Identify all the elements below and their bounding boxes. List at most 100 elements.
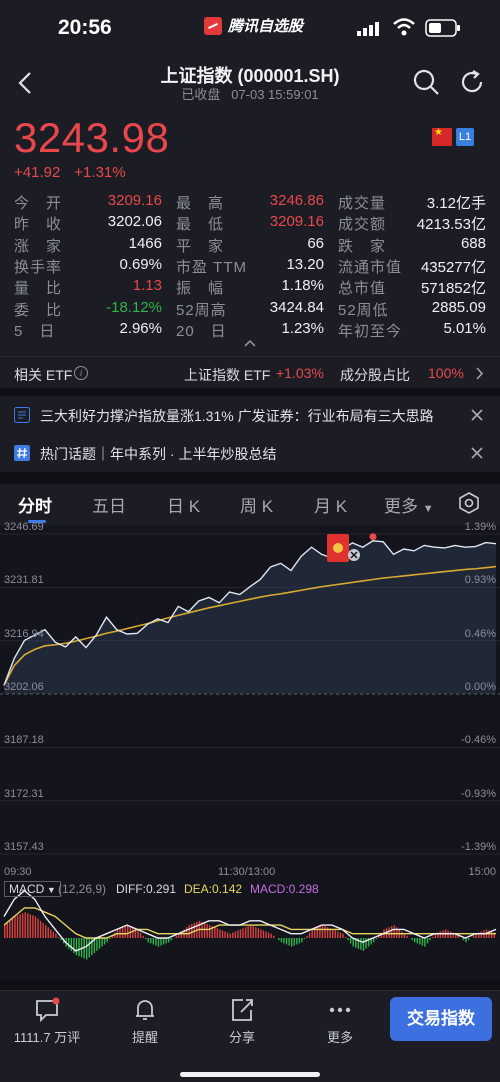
macd-bar xyxy=(221,930,224,938)
macd-bar xyxy=(47,927,49,938)
macd-bar xyxy=(219,929,221,938)
trade-index-button[interactable]: 交易指数 xyxy=(390,997,492,1041)
macd-bar xyxy=(127,925,129,938)
macd-bar xyxy=(98,938,101,949)
y-tick-label-pct: 0.93% xyxy=(464,574,496,587)
close-icon[interactable] xyxy=(470,408,484,422)
macd-value: MACD:0.298 xyxy=(250,882,319,896)
macd-bar xyxy=(29,914,32,938)
macd-bar xyxy=(273,935,275,938)
tab-more[interactable]: 更多 ▼ xyxy=(384,492,434,517)
macd-bar xyxy=(86,938,88,960)
macd-bar xyxy=(334,930,336,938)
macd-bar xyxy=(55,933,57,938)
share-button[interactable]: 分享 xyxy=(207,997,277,1046)
more-dots-icon xyxy=(329,1007,351,1013)
macd-bar xyxy=(21,913,24,938)
stat-label: 市盈 TTM xyxy=(176,258,247,276)
indicator-select[interactable]: MACD ▼ xyxy=(4,881,61,897)
news-headline[interactable]: 热门话题｜年中系列 · 上半年炒股总结 xyxy=(40,444,276,464)
macd-bar xyxy=(162,938,165,945)
remind-button[interactable]: 提醒 xyxy=(110,997,180,1046)
macd-bar xyxy=(39,920,42,938)
stat-value: 1.13 xyxy=(132,277,162,295)
macd-bar xyxy=(390,926,393,938)
macd-diff-value: 0.291 xyxy=(146,882,177,896)
macd-bar xyxy=(101,938,103,947)
macd-bar xyxy=(296,938,298,945)
x-tick-label: 11:30/13:00 xyxy=(218,866,276,878)
status-bar: 20:56 腾讯自选股 xyxy=(0,0,500,58)
stat-value: 3209.16 xyxy=(107,192,162,209)
macd-bar xyxy=(426,938,429,944)
macd-bar xyxy=(255,927,257,938)
macd-bar xyxy=(78,938,80,957)
tab-more-label: 更多 xyxy=(384,497,418,516)
news-item[interactable]: 热门话题｜年中系列 · 上半年炒股总结 xyxy=(0,434,500,472)
share-label: 分享 xyxy=(228,1030,255,1045)
macd-dea-value: 0.142 xyxy=(212,882,243,896)
stat-value: 13.20 xyxy=(286,255,324,273)
y-tick-label: 3202.06 xyxy=(4,681,44,693)
settings-hex-icon[interactable] xyxy=(458,492,480,514)
stat-label: 最 低 xyxy=(176,216,225,234)
macd-bar xyxy=(306,935,308,938)
stat-label: 最 高 xyxy=(176,195,225,212)
macd-panel[interactable]: MACD ▼ (12,26,9) DIFF:0.291 DEA:0.142 MA… xyxy=(0,880,500,980)
macd-bar xyxy=(339,932,342,938)
price-area xyxy=(4,540,496,694)
etf-row[interactable]: 相关 ETF i 上证指数 ETF +1.03% 成分股占比 100% xyxy=(0,356,500,388)
stat-label: 涨 家 xyxy=(14,237,63,255)
close-icon[interactable] xyxy=(470,446,484,460)
change-row: +41.92 +1.31% xyxy=(14,164,126,181)
more-button[interactable]: 更多 xyxy=(305,997,375,1046)
macd-bar xyxy=(260,929,262,938)
search-icon[interactable] xyxy=(412,68,440,96)
stat-row: 今 开 3209.16 最 高 3246.86 成交量 3.12亿手 xyxy=(0,192,500,213)
y-tick-label: 3246.69 xyxy=(4,521,44,533)
news-item[interactable]: 三大利好力撑沪指放量涨1.31% 广发证券：行业布局有三大思路 xyxy=(0,396,500,434)
refresh-icon[interactable] xyxy=(458,68,486,96)
chart-tabs: 分时 五日 日 K 周 K 月 K 更多 ▼ xyxy=(0,484,500,526)
stat-value: 66 xyxy=(307,234,324,252)
high-marker xyxy=(369,533,377,541)
macd-bar xyxy=(19,914,21,938)
tab-daily-k[interactable]: 日 K xyxy=(167,492,200,517)
macd-bar xyxy=(70,938,73,951)
price-change: +41.92 xyxy=(14,164,61,181)
macd-bar xyxy=(224,931,226,938)
tab-monthly-k[interactable]: 月 K xyxy=(314,492,347,517)
macd-bar xyxy=(337,931,339,938)
news-headline[interactable]: 三大利好力撑沪指放量涨1.31% 广发证券：行业布局有三大思路 xyxy=(40,406,434,426)
y-tick-label-pct: -0.93% xyxy=(461,787,496,800)
macd-bar xyxy=(155,938,157,946)
quote-panel: 3243.98 +41.92 +1.31% L1 今 开 3209.16 最 高 32… xyxy=(0,106,500,356)
topic-hash-icon xyxy=(14,445,30,461)
macd-bar xyxy=(137,929,139,938)
macd-bar xyxy=(73,938,75,954)
macd-bar xyxy=(419,938,421,945)
tab-intraday[interactable]: 分时 xyxy=(18,492,52,517)
stat-value: 435277亿 xyxy=(420,258,486,276)
level-badge[interactable]: L1 xyxy=(456,128,474,146)
macd-bar xyxy=(121,927,124,938)
macd-bar xyxy=(16,915,19,938)
macd-bar xyxy=(14,916,16,938)
comments-button[interactable]: 1111.7 万评 xyxy=(12,997,82,1046)
tab-five-day[interactable]: 五日 xyxy=(92,492,126,517)
stat-value: 3202.06 xyxy=(107,213,162,231)
etf-name[interactable]: 上证指数 ETF xyxy=(184,365,270,385)
constituent-label: 成分股占比 xyxy=(340,367,410,383)
macd-bar xyxy=(4,925,6,938)
intraday-chart-svg xyxy=(0,533,500,855)
macd-bar xyxy=(429,938,431,941)
macd-bar xyxy=(203,922,206,938)
chevron-up-icon[interactable] xyxy=(243,338,257,348)
chevron-right-icon[interactable] xyxy=(476,367,484,380)
intraday-chart[interactable]: 3246.69 1.39% 3231.81 0.93% 3216.94 0.46% 3202… xyxy=(0,521,500,880)
battery-icon xyxy=(425,19,460,37)
tab-weekly-k[interactable]: 周 K xyxy=(240,492,273,517)
macd-bar xyxy=(344,936,347,938)
info-icon[interactable]: i xyxy=(74,366,88,380)
stat-value: 1466 xyxy=(128,234,162,252)
